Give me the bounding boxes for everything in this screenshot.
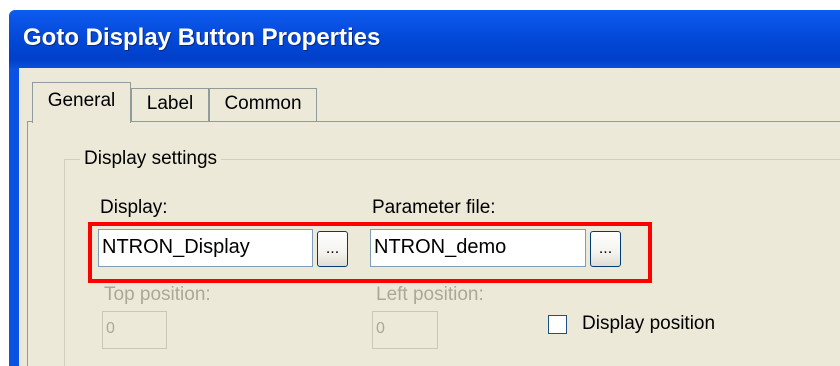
tab-label-label: Label (146, 93, 194, 114)
display-position-label[interactable]: Display position (582, 313, 715, 335)
tab-general[interactable]: General (32, 82, 131, 123)
parameter-file-input[interactable]: NTRON_demo (370, 229, 586, 267)
left-position-label: Left position: (376, 284, 484, 305)
left-position-input: 0 (372, 311, 438, 349)
top-position-input: 0 (102, 311, 167, 349)
dialog-window: Goto Display Button Properties General L… (0, 0, 840, 366)
parameter-file-browse-button[interactable]: ... (590, 231, 621, 267)
display-position-checkbox[interactable] (548, 315, 567, 334)
tab-common-label: Common (224, 93, 302, 114)
display-label: Display: (100, 197, 168, 218)
parameter-file-label: Parameter file: (372, 197, 496, 218)
display-settings-group-label: Display settings (80, 148, 222, 170)
window-title: Goto Display Button Properties (23, 24, 381, 51)
tab-label[interactable]: Label (131, 88, 209, 122)
display-input[interactable]: NTRON_Display (98, 229, 313, 267)
title-bar[interactable]: Goto Display Button Properties (9, 10, 840, 68)
tab-general-label: General (47, 90, 116, 111)
display-browse-button[interactable]: ... (317, 231, 348, 267)
tab-common[interactable]: Common (209, 88, 317, 122)
top-position-label: Top position: (104, 284, 211, 305)
